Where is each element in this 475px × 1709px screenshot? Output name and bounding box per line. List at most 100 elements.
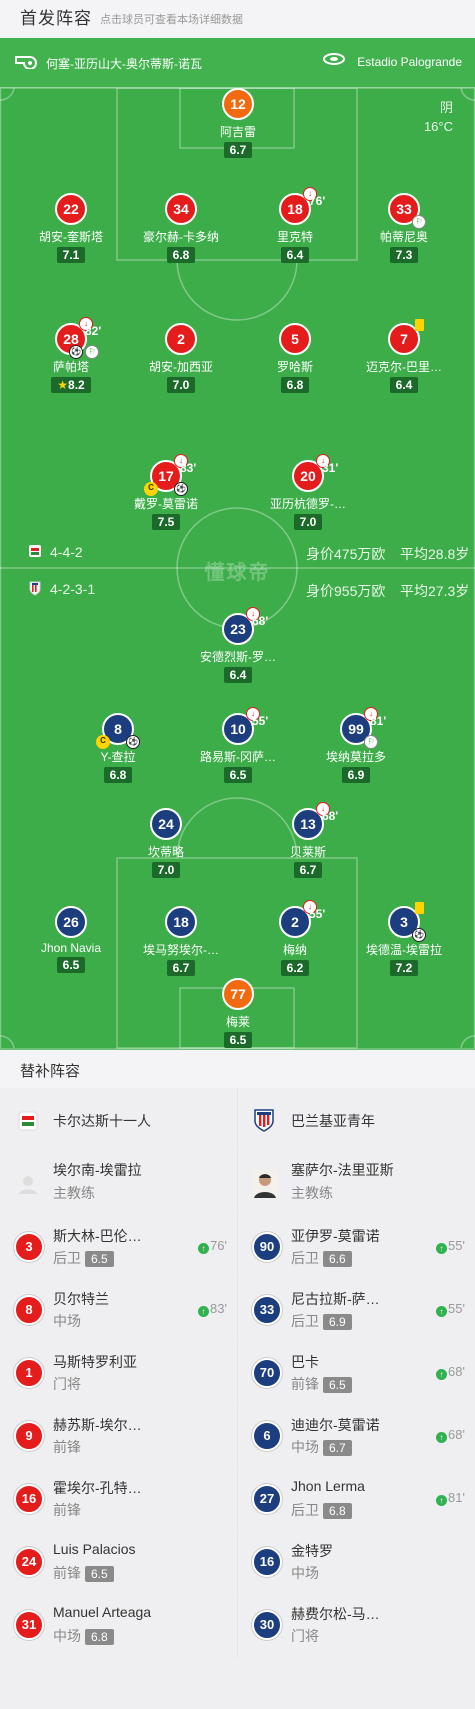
lineup-subtitle: 点击球员可查看本场详细数据 bbox=[100, 14, 243, 26]
player-number-text: 8 bbox=[114, 721, 122, 737]
sub-minute: 83' bbox=[180, 461, 197, 475]
home-team-row[interactable]: 卡尔达斯十一人 bbox=[0, 1088, 237, 1152]
player-rating: 6.8 bbox=[103, 767, 133, 783]
player-name: 亚历杭德罗-… bbox=[270, 497, 346, 511]
bench-player[interactable]: 6 迪迪尔-莫雷诺 中场 6.7 ↑ 68' bbox=[238, 1405, 475, 1468]
player-rating: ★8.2 bbox=[51, 377, 91, 393]
bench-player[interactable]: 90 亚伊罗-莫雷诺 后卫 6.6 ↑ 55' bbox=[238, 1216, 475, 1279]
player-name: 贝莱斯 bbox=[289, 845, 326, 859]
player-rating: 6.2 bbox=[280, 960, 310, 976]
player-rating: 6.4 bbox=[389, 377, 419, 393]
player-number: 77 bbox=[222, 978, 254, 1010]
player-position: 前锋 bbox=[53, 1502, 81, 1518]
player-rating: 6.5 bbox=[85, 1566, 114, 1582]
player-number: 20 ↓ 31' bbox=[292, 454, 338, 492]
sub-in-time: ↑ 55' bbox=[436, 1301, 465, 1317]
away-coach-row[interactable]: 塞萨尔-法里亚斯 主教练 bbox=[238, 1152, 475, 1216]
player-name: 罗哈斯 bbox=[276, 360, 313, 374]
coach-name: 埃尔南-埃雷拉 bbox=[53, 1162, 142, 1178]
away-player[interactable]: 23 ↓ 68' 安德烈斯-罗… 6.4 bbox=[178, 607, 298, 684]
position-text: 前锋 bbox=[291, 1376, 319, 1392]
player-name: 赫苏斯-埃尔… bbox=[53, 1417, 142, 1433]
player-number: 16 bbox=[252, 1547, 282, 1577]
away-player[interactable]: 8 C ⚽ Y-查拉 6.8 bbox=[58, 713, 178, 784]
away-player[interactable]: 24 坎蒂略 7.0 bbox=[106, 808, 226, 879]
bench-player[interactable]: 8 贝尔特兰 中场 ↑ 83' bbox=[0, 1279, 237, 1342]
bench-player[interactable]: 31 Manuel Arteaga 中场 6.8 bbox=[0, 1594, 237, 1657]
player-rating: 6.5 bbox=[323, 1377, 352, 1393]
away-team-logo-icon bbox=[254, 1109, 274, 1132]
bench-player[interactable]: 33 尼古拉斯-萨… 后卫 6.9 ↑ 55' bbox=[238, 1279, 475, 1342]
goal-ball-icon: ⚽ bbox=[174, 482, 188, 496]
player-number-text: 2 bbox=[291, 914, 299, 930]
player-rating: 6.7 bbox=[293, 862, 323, 878]
player-position: 门将 bbox=[291, 1628, 319, 1644]
player-position: 后卫 6.8 bbox=[291, 1500, 352, 1520]
player-number-text: 23 bbox=[230, 621, 246, 637]
sub-in-icon: ↑ bbox=[436, 1306, 448, 1317]
assist-icon: ⚐ bbox=[412, 215, 426, 229]
home-player[interactable]: 7 迈克尔-巴里… 6.4 bbox=[344, 319, 464, 394]
home-player[interactable]: 22 胡安-奎斯塔 7.1 bbox=[11, 193, 131, 264]
bench-player[interactable]: 24 Luis Palacios 前锋 6.5 bbox=[0, 1531, 237, 1594]
player-name: 斯大林-巴伦… bbox=[53, 1228, 142, 1244]
sub-minute: 76' bbox=[210, 1238, 227, 1253]
away-player[interactable]: 10 ↓ 55' 路易斯-冈萨… 6.5 bbox=[178, 707, 298, 784]
player-number: 26 bbox=[55, 906, 87, 938]
sub-minute: 81' bbox=[448, 1490, 465, 1505]
home-player[interactable]: 12 阿吉雷 6.7 bbox=[178, 88, 298, 159]
away-goalkeeper[interactable]: 77 梅莱 6.5 bbox=[178, 978, 298, 1049]
away-player[interactable]: 18 埃马努埃尔-… 6.7 bbox=[121, 906, 241, 977]
home-player[interactable]: 34 豪尔赫-卡多纳 6.8 bbox=[121, 193, 241, 264]
bench-player[interactable]: 3 斯大林-巴伦… 后卫 6.5 ↑ 76' bbox=[0, 1216, 237, 1279]
player-position: 门将 bbox=[53, 1376, 81, 1392]
sub-minute: 55' bbox=[448, 1301, 465, 1316]
player-rating: 6.5 bbox=[56, 957, 86, 973]
sub-minute: 68' bbox=[322, 809, 339, 823]
player-name: Y-查拉 bbox=[100, 750, 136, 764]
sub-in-icon: ↑ bbox=[436, 1432, 448, 1443]
home-player[interactable]: 17 ↓ 83' C ⚽ 戴罗-莫雷诺 7.5 bbox=[106, 454, 226, 531]
away-bench-column: 巴兰基亚青年 塞萨尔-法里亚斯 主教练 90 亚伊罗-莫雷诺 后卫 6.6 ↑ 55' 3… bbox=[238, 1088, 475, 1657]
home-player[interactable]: 33 ⚐ 帕蒂尼奥 7.3 bbox=[344, 193, 464, 264]
player-number: 24 bbox=[150, 808, 182, 840]
lineup-header: 首发阵容 点击球员可查看本场详细数据 bbox=[0, 0, 475, 38]
bench-player[interactable]: 16 金特罗 中场 bbox=[238, 1531, 475, 1594]
home-player[interactable]: 18 ↓ 76' 里克特 6.4 bbox=[235, 187, 355, 264]
player-number: 7 bbox=[388, 319, 424, 355]
bench-player[interactable]: 27 Jhon Lerma 后卫 6.8 ↑ 81' bbox=[238, 1468, 475, 1531]
player-rating: 7.3 bbox=[389, 247, 419, 263]
player-number: 33 bbox=[252, 1295, 282, 1325]
away-player[interactable]: 99 ↓ 81' ⚐ 埃纳莫拉多 6.9 bbox=[296, 707, 416, 784]
player-number: 8 bbox=[14, 1295, 44, 1325]
home-player[interactable]: 28 ↓ 82' ⚽ ⚐ 萨帕塔 ★8.2 bbox=[11, 317, 131, 394]
away-player[interactable]: 3 ⚽ 埃德温-埃雷拉 7.2 bbox=[344, 902, 464, 977]
coach-name: 塞萨尔-法里亚斯 bbox=[291, 1162, 394, 1178]
bench-player[interactable]: 1 马斯特罗利亚 门将 bbox=[0, 1342, 237, 1405]
assist-icon: ⚐ bbox=[364, 735, 378, 749]
player-rating: 6.8 bbox=[166, 247, 196, 263]
sub-in-icon: ↑ bbox=[436, 1243, 448, 1254]
bench-title: 替补阵容 bbox=[0, 1050, 475, 1088]
player-rating: 7.0 bbox=[166, 377, 196, 393]
player-name: 亚伊罗-莫雷诺 bbox=[291, 1228, 380, 1244]
player-number-text: 99 bbox=[348, 721, 364, 737]
away-team-row[interactable]: 巴兰基亚青年 bbox=[238, 1088, 475, 1152]
away-player[interactable]: 2 ↓ 55' 梅纳 6.2 bbox=[235, 900, 355, 977]
away-player[interactable]: 26 Jhon Navia 6.5 bbox=[11, 906, 131, 974]
bench-player[interactable]: 16 霍埃尔-孔特… 前锋 bbox=[0, 1468, 237, 1531]
bench-player[interactable]: 70 巴卡 前锋 6.5 ↑ 68' bbox=[238, 1342, 475, 1405]
home-player[interactable]: 5 罗哈斯 6.8 bbox=[235, 323, 355, 394]
home-coach-row[interactable]: 埃尔南-埃雷拉 主教练 bbox=[0, 1152, 237, 1216]
sub-in-icon: ↑ bbox=[198, 1306, 210, 1317]
sub-minute: 83' bbox=[210, 1301, 227, 1316]
position-text: 前锋 bbox=[53, 1565, 81, 1581]
position-text: 中场 bbox=[291, 1439, 319, 1455]
away-player[interactable]: 13 ↓ 68' 贝莱斯 6.7 bbox=[248, 802, 368, 879]
home-player[interactable]: 20 ↓ 31' 亚历杭德罗-… 7.0 bbox=[248, 454, 368, 531]
bench-player[interactable]: 30 赫费尔松-马… 门将 bbox=[238, 1594, 475, 1657]
home-player[interactable]: 2 胡安-加西亚 7.0 bbox=[121, 323, 241, 394]
player-name: 马斯特罗利亚 bbox=[53, 1354, 137, 1370]
sub-minute: 81' bbox=[370, 714, 387, 728]
bench-player[interactable]: 9 赫苏斯-埃尔… 前锋 bbox=[0, 1405, 237, 1468]
